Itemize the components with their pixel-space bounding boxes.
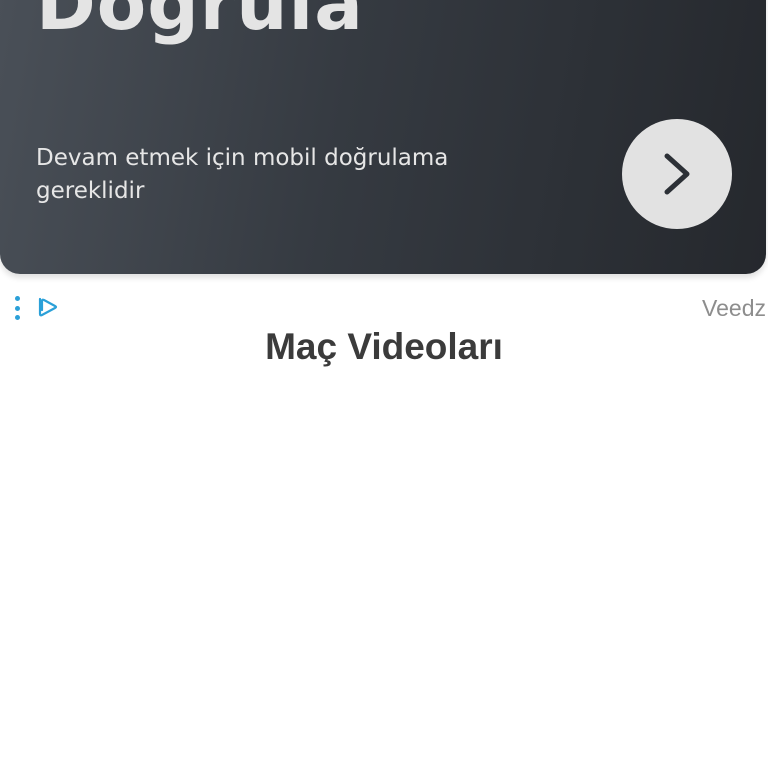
page: Doğrula Devam etmek için mobil doğrulama… (0, 0, 768, 768)
section-title: Maç Videoları (265, 326, 503, 367)
chevron-right-icon (664, 153, 690, 195)
ad-brand-label[interactable]: Veedz (702, 295, 766, 322)
ad-banner[interactable]: Doğrula Devam etmek için mobil doğrulama… (0, 0, 766, 274)
ad-next-button[interactable] (622, 119, 732, 229)
adchoices-icon[interactable] (36, 295, 60, 319)
ad-description: Devam etmek için mobil doğrulama gerekli… (36, 145, 449, 204)
ad-title: Doğrula (36, 0, 364, 46)
ad-options-icon[interactable] (10, 296, 24, 320)
